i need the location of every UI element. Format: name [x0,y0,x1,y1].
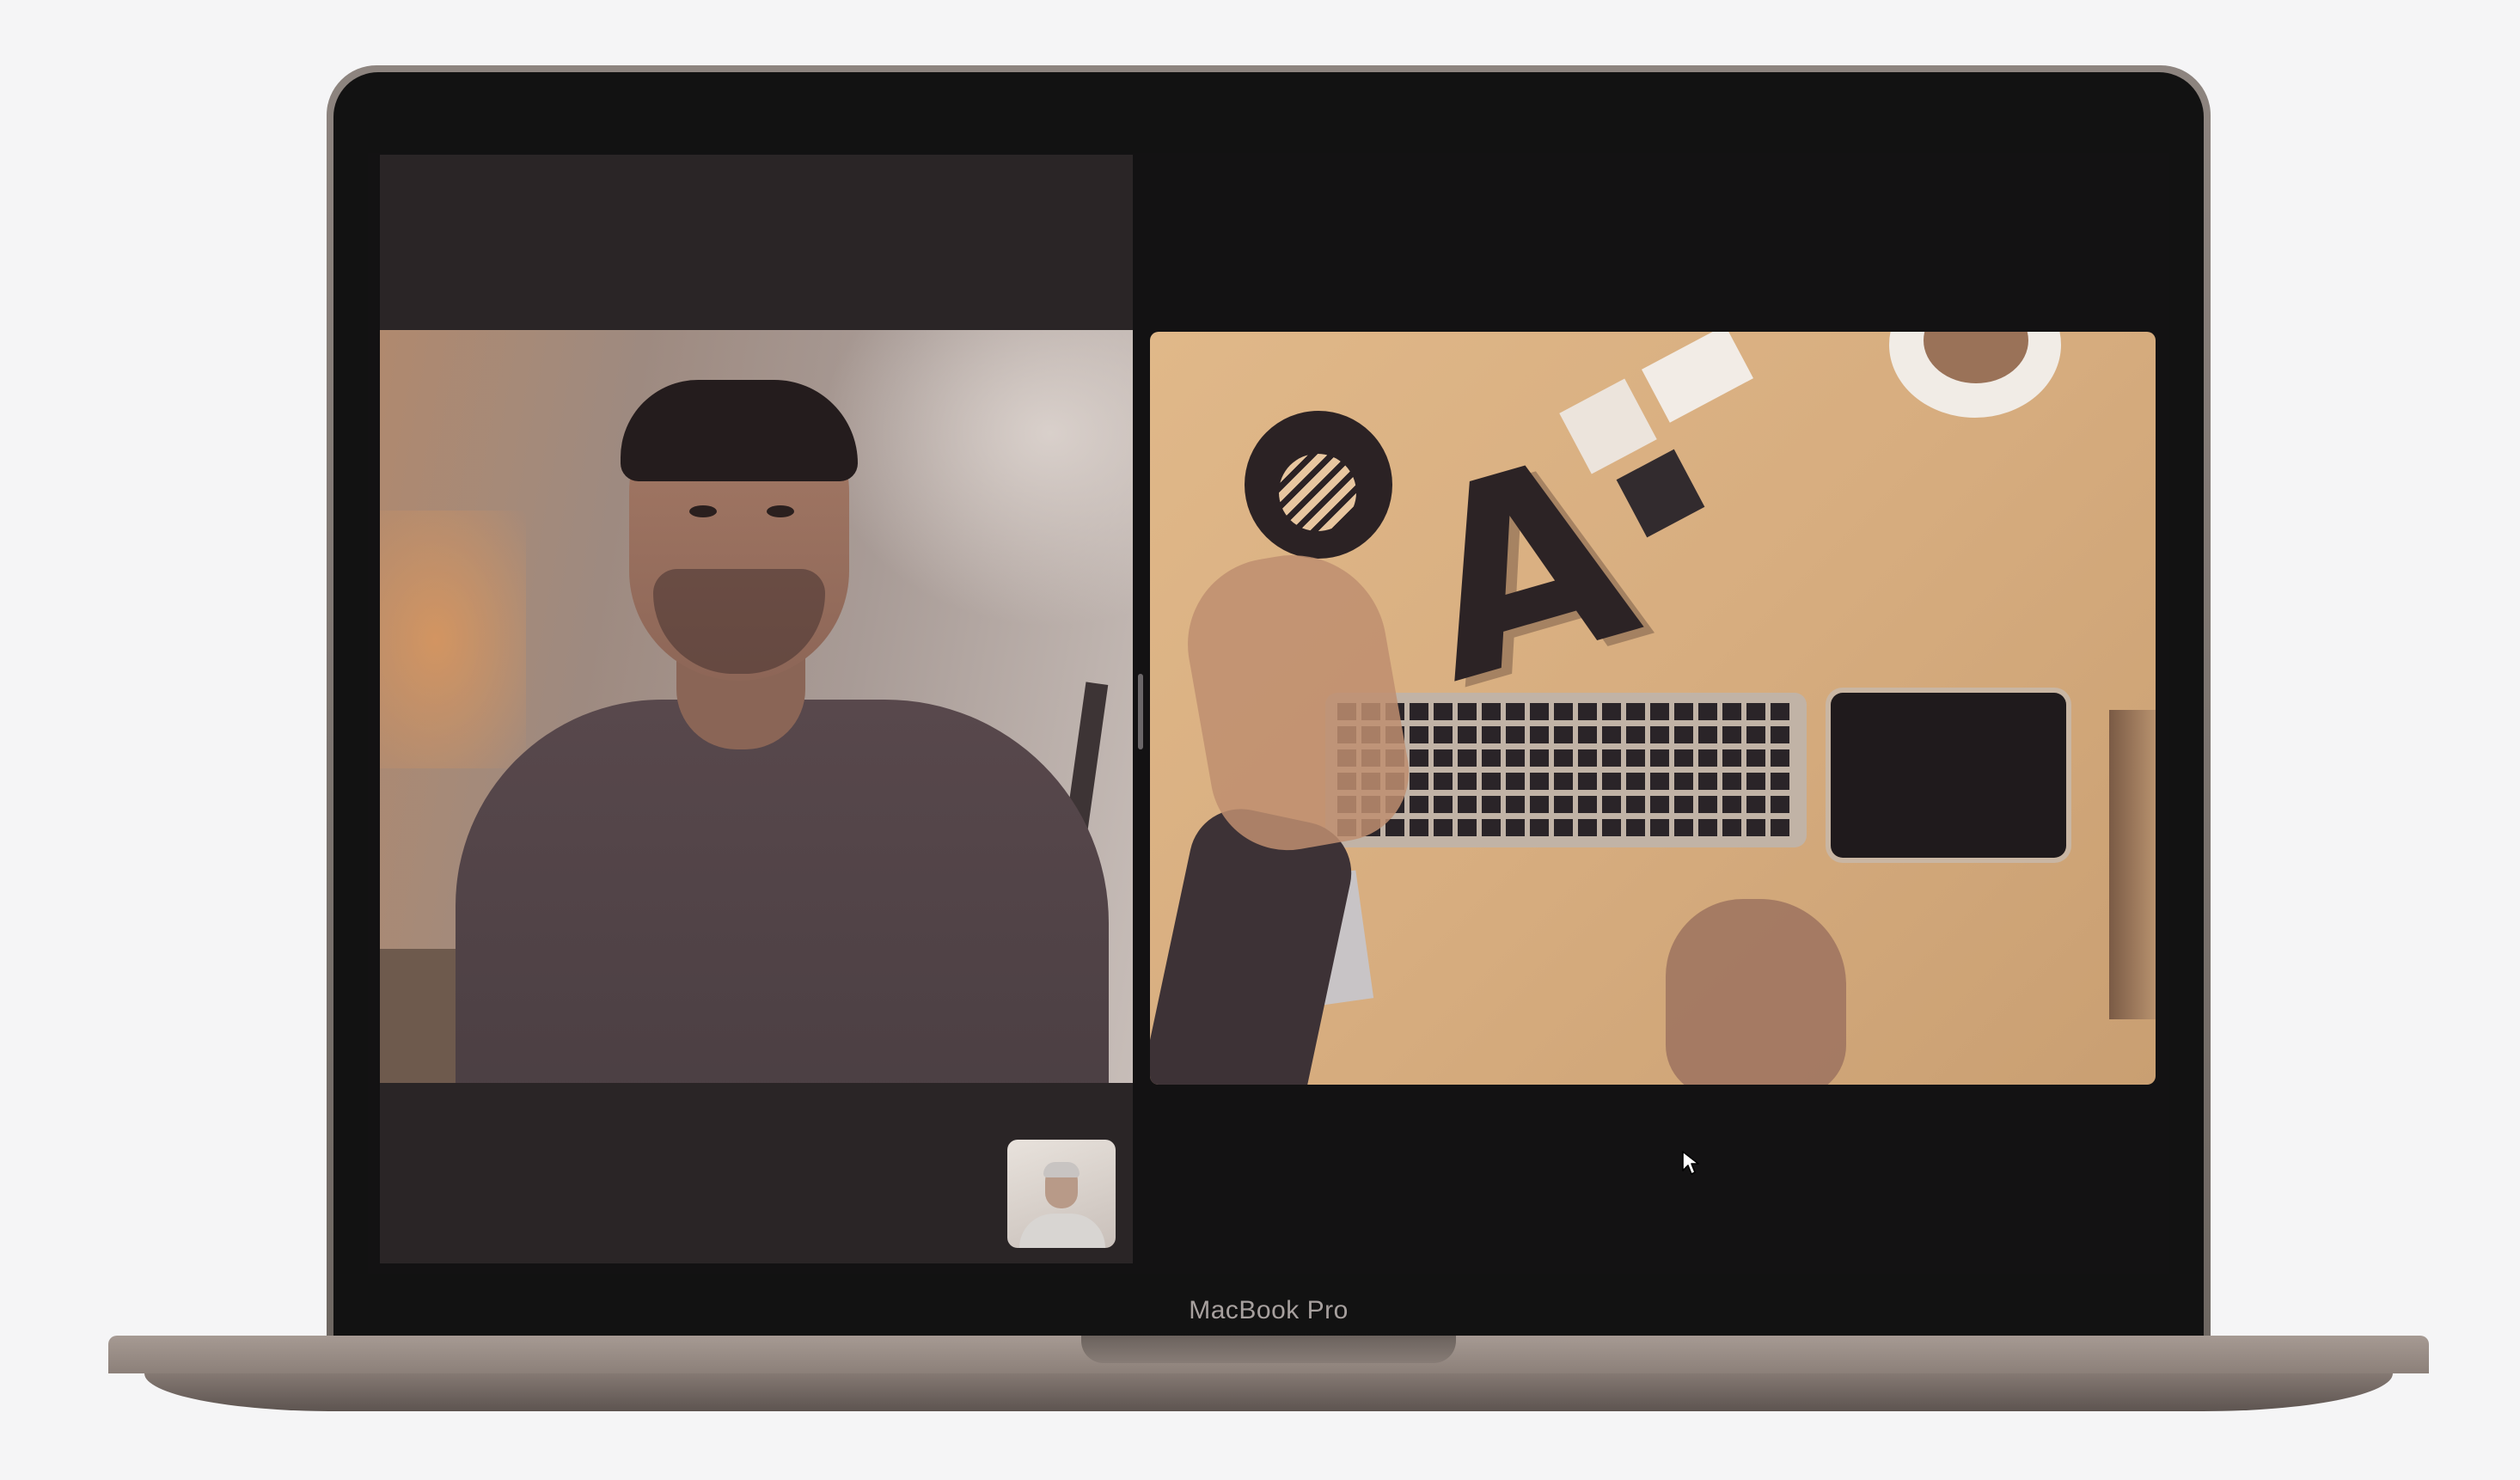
desk-disc-pattern [1279,454,1356,531]
facetime-call-pane [380,155,1133,1263]
self-view-thumbnail[interactable] [1007,1140,1116,1248]
laptop-base-bottom [144,1373,2393,1411]
remote-participant-video[interactable] [380,330,1133,1083]
arrow-cursor-icon [1682,1151,1699,1175]
desk-letter-object: A [1387,396,1662,741]
participant-hair [621,380,858,481]
desk-tile-dark [1616,449,1705,538]
presenter-hand-left [1174,540,1420,863]
participant-torso [456,700,1109,1083]
participant-eye-left [689,505,717,517]
laptop-opening-notch [1081,1336,1456,1363]
presenter-hand-right [1666,899,1846,1085]
background-lamp [380,511,526,768]
desk-trackpad [1831,693,2066,858]
desk-book [2109,710,2156,1019]
shared-screen-video[interactable]: A [1150,332,2156,1085]
laptop-screen: A [368,153,2169,1274]
device-brand-label: MacBook Pro [1189,1296,1349,1324]
self-view-hair [1043,1162,1080,1177]
self-view-body [1019,1214,1105,1248]
desk-tile-white-2 [1642,332,1753,423]
participant-eye-right [767,505,794,517]
split-view-divider-handle[interactable] [1138,674,1143,749]
